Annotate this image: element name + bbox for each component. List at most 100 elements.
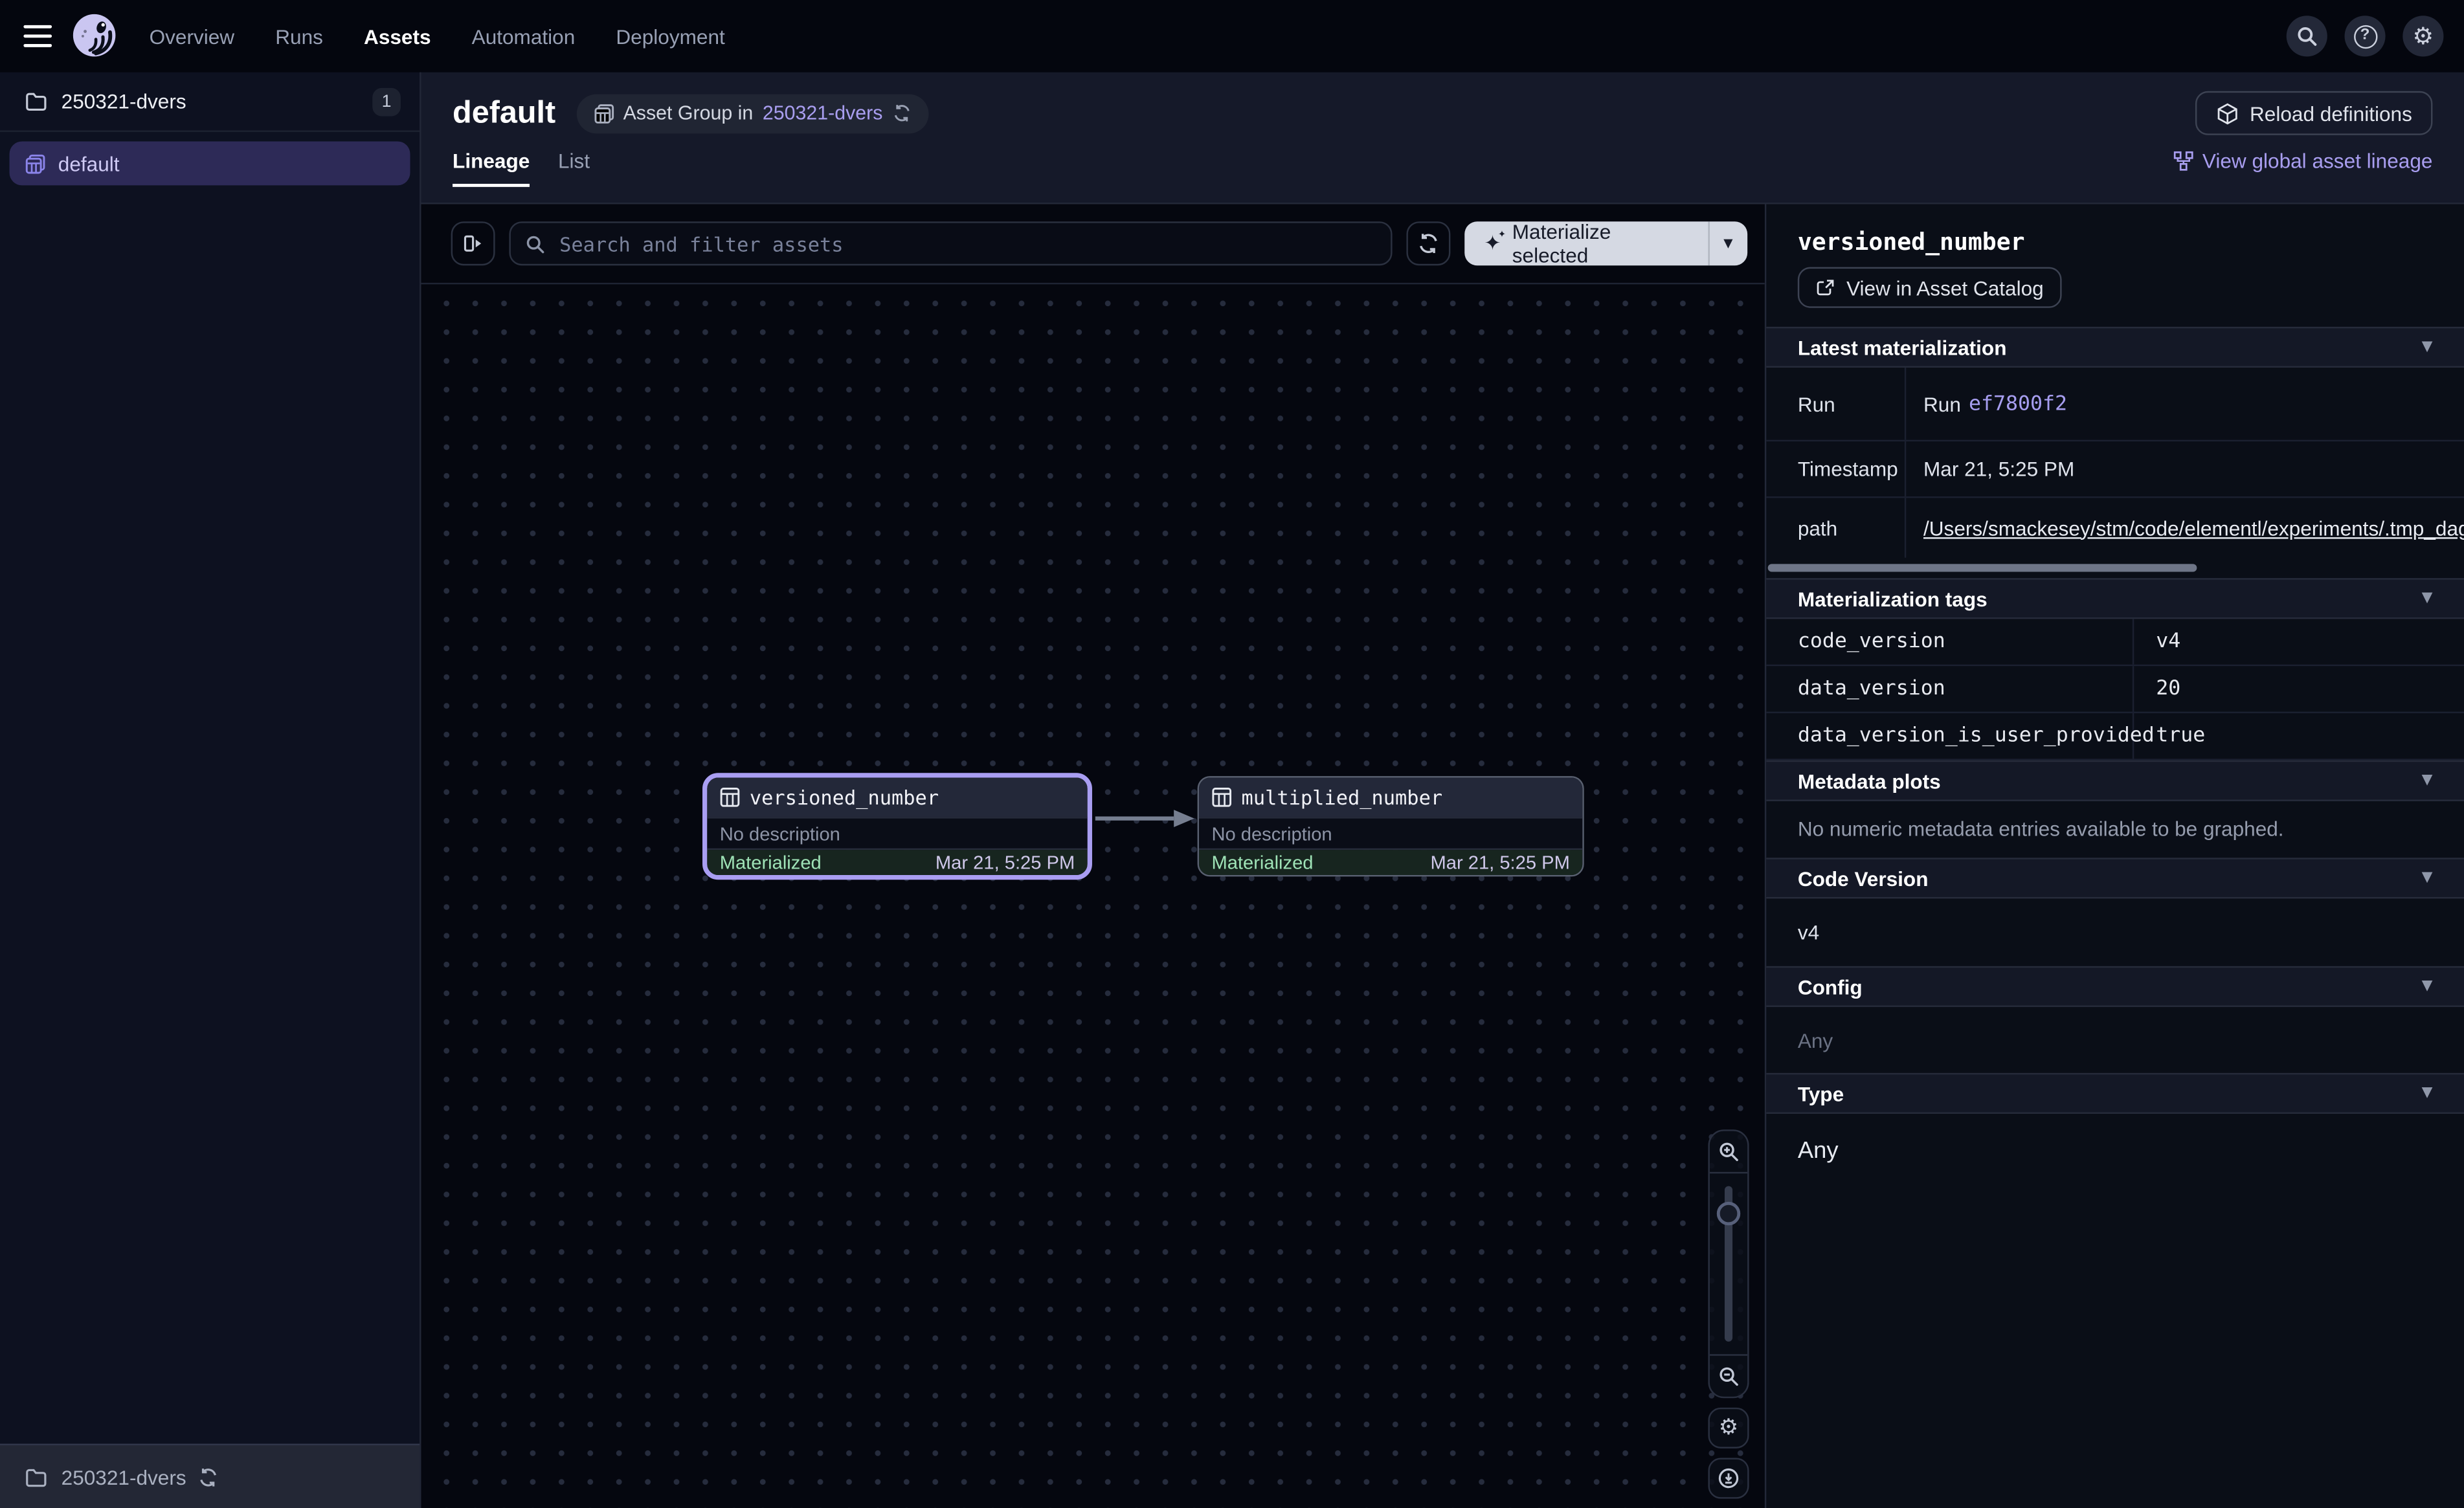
tag-row: data_version_is_user_provided true [1766, 713, 2464, 760]
section-materialization-tags[interactable]: Materialization tags ▼ [1766, 578, 2464, 619]
asset-node-versioned-number[interactable]: versioned_number No description Material… [702, 773, 1092, 880]
section-latest-materialization[interactable]: Latest materialization ▼ [1766, 327, 2464, 368]
nav-item-overview[interactable]: Overview [150, 25, 235, 48]
view-in-asset-catalog-label: View in Asset Catalog [1846, 276, 2044, 299]
settings-button[interactable]: ⚙ [2402, 16, 2443, 56]
sparkle-icon: ✦✦ [1484, 233, 1501, 254]
table-row-timestamp: Timestamp Mar 21, 5:25 PM [1766, 441, 2464, 498]
row-label: Timestamp [1766, 441, 1906, 496]
tag-row: data_version 20 [1766, 666, 2464, 713]
type-value: Any [1766, 1114, 2464, 1188]
gear-icon: ⚙ [2413, 25, 2434, 48]
chevron-down-icon[interactable]: ▼ [2422, 870, 2433, 886]
chevron-down-icon[interactable]: ▼ [2422, 773, 2433, 788]
sidebar-item-default[interactable]: default [10, 141, 410, 185]
chevron-down-icon[interactable]: ▼ [2422, 1085, 2433, 1101]
sidebar: 250321-dvers 1 default 250321-dvers [0, 72, 421, 1508]
search-icon [525, 233, 546, 254]
dagster-logo-icon[interactable] [67, 10, 121, 63]
refresh-graph-button[interactable] [1407, 221, 1451, 265]
view-global-asset-lineage-link[interactable]: View global asset lineage [2173, 150, 2433, 187]
asset-node-name: multiplied_number [1242, 786, 1443, 809]
folder-icon [25, 1467, 47, 1487]
zoom-out-button[interactable] [1710, 1356, 1747, 1397]
gear-icon: ⚙ [1719, 1417, 1738, 1439]
asset-node-status: Materialized [720, 852, 822, 874]
zoom-slider[interactable] [1710, 1173, 1747, 1354]
chevron-down-icon[interactable]: ▼ [2422, 591, 2433, 606]
section-type[interactable]: Type ▼ [1766, 1073, 2464, 1114]
graph-canvas[interactable] [421, 284, 1765, 1508]
reload-definitions-button[interactable]: Reload definitions [2195, 91, 2432, 135]
top-nav-actions: ? ⚙ [2287, 16, 2444, 56]
download-graph-button[interactable] [1708, 1458, 1749, 1499]
sidebar-footer[interactable]: 250321-dvers [0, 1444, 420, 1508]
cube-reload-icon [2215, 102, 2239, 125]
code-version-value: v4 [1766, 898, 2464, 966]
chevron-down-icon[interactable]: ▼ [2422, 339, 2433, 355]
metadata-plots-empty-text: No numeric metadata entries available to… [1766, 801, 2464, 858]
graph-settings-button[interactable]: ⚙ [1708, 1408, 1749, 1448]
section-code-version[interactable]: Code Version ▼ [1766, 858, 2464, 898]
timestamp-value: Mar 21, 5:25 PM [1906, 441, 2464, 496]
zoom-slider-thumb[interactable] [1717, 1202, 1740, 1225]
help-button[interactable]: ? [2345, 16, 2386, 56]
asset-group-icon [25, 153, 46, 174]
tag-row: code_version v4 [1766, 619, 2464, 666]
scrollbar-thumb[interactable] [1768, 564, 2197, 571]
row-label: path [1766, 498, 1906, 557]
asset-node-multiplied-number[interactable]: multiplied_number No description Materia… [1198, 776, 1584, 876]
sync-icon[interactable] [892, 104, 911, 122]
materialize-dropdown-caret[interactable]: ▼ [1707, 221, 1747, 265]
sidebar-group-name: 250321-dvers [62, 89, 186, 113]
asset-table-icon [1211, 787, 1232, 808]
chevron-down-icon[interactable]: ▼ [2422, 979, 2433, 994]
path-link[interactable]: /Users/smackesey/stm/code/elementl/exper… [1923, 516, 2464, 539]
tag-key: data_version_is_user_provided [1766, 713, 2134, 759]
expand-panel-icon [462, 232, 484, 254]
tag-value: 20 [2134, 666, 2464, 711]
materialize-selected-button[interactable]: ✦✦ Materialize selected ▼ [1465, 221, 1747, 265]
run-id-link[interactable]: ef7800f2 [1969, 392, 2067, 416]
run-value-prefix: Run [1923, 392, 1961, 416]
nav-item-assets[interactable]: Assets [364, 25, 431, 48]
zoom-out-icon [1718, 1365, 1740, 1387]
sync-icon[interactable] [197, 1467, 218, 1487]
asset-detail-panel: versioned_number View in Asset Catalog L… [1765, 205, 2464, 1508]
search-button[interactable] [2287, 16, 2327, 56]
zoom-in-button[interactable] [1710, 1131, 1747, 1172]
tab-lineage[interactable]: Lineage [453, 150, 530, 187]
hamburger-menu-icon[interactable] [23, 25, 52, 47]
tab-list[interactable]: List [558, 150, 590, 187]
zoom-in-icon [1718, 1140, 1740, 1162]
section-metadata-plots[interactable]: Metadata plots ▼ [1766, 760, 2464, 801]
asset-table-icon [720, 787, 741, 808]
asset-group-badge-text: Asset Group in [623, 102, 754, 124]
asset-node-timestamp: Mar 21, 5:25 PM [935, 852, 1075, 874]
asset-group-badge-link[interactable]: 250321-dvers [763, 102, 883, 124]
search-input[interactable] [556, 230, 1377, 257]
reload-definitions-label: Reload definitions [2250, 102, 2412, 125]
sidebar-group-row[interactable]: 250321-dvers 1 [0, 72, 420, 132]
sidebar-footer-name: 250321-dvers [62, 1465, 186, 1488]
asset-detail-title: versioned_number [1798, 228, 2025, 256]
view-in-asset-catalog-button[interactable]: View in Asset Catalog [1798, 267, 2061, 308]
graph-zoom-controls: ⚙ [1708, 1129, 1749, 1498]
asset-node-name: versioned_number [750, 786, 939, 809]
asset-group-badge[interactable]: Asset Group in 250321-dvers [576, 93, 928, 133]
row-label: Run [1766, 368, 1906, 440]
section-config[interactable]: Config ▼ [1766, 966, 2464, 1007]
graph-toolbar: ✦✦ Materialize selected ▼ [421, 205, 1765, 285]
external-link-icon [1815, 277, 1836, 298]
nav-item-automation[interactable]: Automation [472, 25, 576, 48]
refresh-icon [1418, 232, 1440, 254]
nav-item-runs[interactable]: Runs [275, 25, 323, 48]
asset-node-timestamp: Mar 21, 5:25 PM [1431, 852, 1570, 874]
page-header: default Asset Group in 250321-dvers [421, 72, 2464, 205]
expand-sidebar-button[interactable] [451, 221, 495, 265]
nav-item-deployment[interactable]: Deployment [616, 25, 724, 48]
tag-key: code_version [1766, 619, 2134, 664]
materialize-selected-label: Materialize selected [1512, 221, 1688, 265]
asset-group-icon [593, 103, 614, 124]
sidebar-item-label: default [58, 151, 120, 175]
